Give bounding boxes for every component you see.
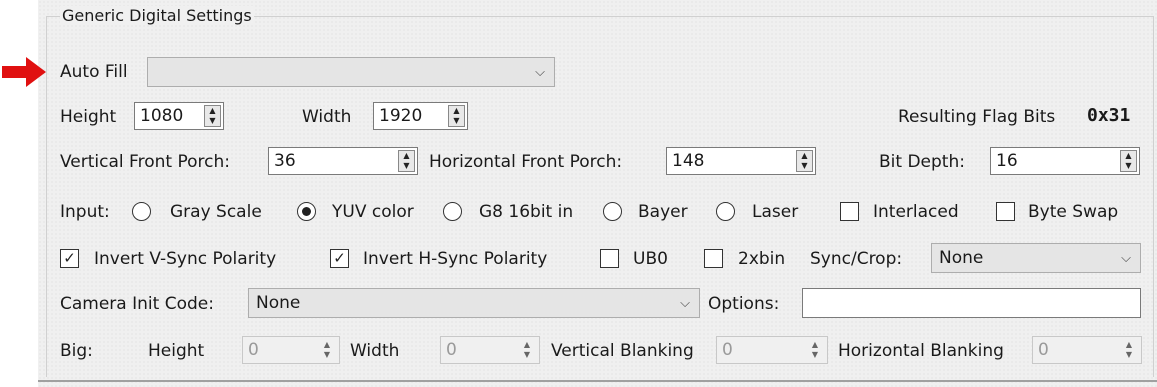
big-height-value: 0	[248, 340, 259, 360]
spin-arrows-icon[interactable]: ▲ ▼	[805, 340, 825, 360]
radio-laser[interactable]	[716, 202, 735, 221]
bit-depth-value: 16	[996, 151, 1018, 171]
big-horizontal-blanking-spinbox[interactable]: 0 ▲ ▼	[1032, 336, 1142, 364]
spin-arrows-icon[interactable]: ▲ ▼	[398, 150, 415, 172]
width-spinbox[interactable]: 1920 ▲ ▼	[373, 102, 468, 130]
radio-bayer-label: Bayer	[638, 202, 688, 222]
radio-g8-16bit[interactable]	[443, 202, 462, 221]
chevron-down-icon: ⌵	[1121, 250, 1131, 266]
radio-yuv-color[interactable]	[297, 202, 316, 221]
radio-gray-scale[interactable]	[132, 202, 151, 221]
byte-swap-label: Byte Swap	[1028, 202, 1119, 222]
vertical-front-porch-value: 36	[274, 151, 296, 171]
invert-vsync-checkbox[interactable]: ✓	[60, 249, 79, 268]
spin-arrows-icon[interactable]: ▲ ▼	[204, 105, 221, 127]
big-width-value: 0	[446, 340, 457, 360]
flag-bits-value: 0x31	[1087, 105, 1131, 126]
radio-bayer[interactable]	[603, 202, 622, 221]
2xbin-label: 2xbin	[738, 249, 786, 269]
bit-depth-label: Bit Depth:	[879, 152, 965, 172]
height-value: 1080	[140, 106, 184, 126]
camera-init-label: Camera Init Code:	[60, 294, 214, 314]
big-horizontal-blanking-value: 0	[1038, 340, 1049, 360]
2xbin-checkbox[interactable]	[704, 249, 723, 268]
bottom-divider	[38, 380, 1157, 382]
horizontal-front-porch-spinbox[interactable]: 148 ▲ ▼	[666, 147, 816, 175]
options-input[interactable]	[802, 288, 1141, 318]
input-label: Input:	[60, 202, 110, 222]
spin-arrows-icon[interactable]: ▲ ▼	[448, 105, 465, 127]
big-height-spinbox[interactable]: 0 ▲ ▼	[242, 336, 340, 364]
interlaced-label: Interlaced	[873, 202, 959, 222]
chevron-down-icon: ⌵	[680, 295, 690, 311]
ub0-checkbox[interactable]	[600, 249, 619, 268]
width-label: Width	[302, 107, 352, 127]
invert-vsync-label: Invert V-Sync Polarity	[94, 249, 277, 269]
group-title: Generic Digital Settings	[60, 6, 254, 25]
spin-arrows-icon[interactable]: ▲ ▼	[1119, 340, 1139, 360]
height-spinbox[interactable]: 1080 ▲ ▼	[134, 102, 224, 130]
sync-crop-dropdown[interactable]: None ⌵	[931, 243, 1141, 273]
red-arrow-icon	[2, 57, 46, 87]
vertical-front-porch-spinbox[interactable]: 36 ▲ ▼	[268, 147, 418, 175]
radio-g8-16bit-label: G8 16bit in	[479, 202, 574, 222]
camera-init-value: None	[256, 293, 301, 313]
height-label: Height	[60, 107, 117, 127]
auto-fill-label: Auto Fill	[60, 62, 128, 82]
options-label: Options:	[708, 294, 780, 314]
byte-swap-checkbox[interactable]	[996, 202, 1015, 221]
radio-yuv-color-label: YUV color	[332, 202, 414, 222]
big-vertical-blanking-spinbox[interactable]: 0 ▲ ▼	[716, 336, 828, 364]
big-vertical-blanking-label: Vertical Blanking	[551, 341, 694, 361]
horizontal-front-porch-label: Horizontal Front Porch:	[429, 152, 623, 172]
big-width-label: Width	[350, 341, 400, 361]
width-value: 1920	[379, 106, 423, 126]
camera-init-dropdown[interactable]: None ⌵	[248, 288, 700, 318]
chevron-down-icon: ⌵	[535, 64, 545, 80]
spin-arrows-icon[interactable]: ▲ ▼	[517, 340, 537, 360]
interlaced-checkbox[interactable]	[840, 202, 859, 221]
big-vertical-blanking-value: 0	[722, 340, 733, 360]
big-label: Big:	[60, 341, 93, 361]
horizontal-front-porch-value: 148	[672, 151, 705, 171]
sync-crop-value: None	[939, 248, 984, 268]
big-width-spinbox[interactable]: 0 ▲ ▼	[440, 336, 540, 364]
bit-depth-spinbox[interactable]: 16 ▲ ▼	[990, 147, 1140, 175]
radio-gray-scale-label: Gray Scale	[170, 202, 262, 222]
flag-bits-label: Resulting Flag Bits	[898, 107, 1056, 127]
spin-arrows-icon[interactable]: ▲ ▼	[1120, 150, 1137, 172]
spin-arrows-icon[interactable]: ▲ ▼	[796, 150, 813, 172]
vertical-front-porch-label: Vertical Front Porch:	[60, 152, 230, 172]
radio-laser-label: Laser	[752, 202, 799, 222]
invert-hsync-label: Invert H-Sync Polarity	[363, 249, 548, 269]
auto-fill-dropdown[interactable]: ⌵	[147, 57, 555, 87]
big-horizontal-blanking-label: Horizontal Blanking	[838, 341, 1004, 361]
big-height-label: Height	[148, 341, 205, 361]
sync-crop-label: Sync/Crop:	[810, 249, 903, 269]
spin-arrows-icon[interactable]: ▲ ▼	[317, 340, 337, 360]
invert-hsync-checkbox[interactable]: ✓	[330, 249, 349, 268]
ub0-label: UB0	[633, 249, 668, 269]
